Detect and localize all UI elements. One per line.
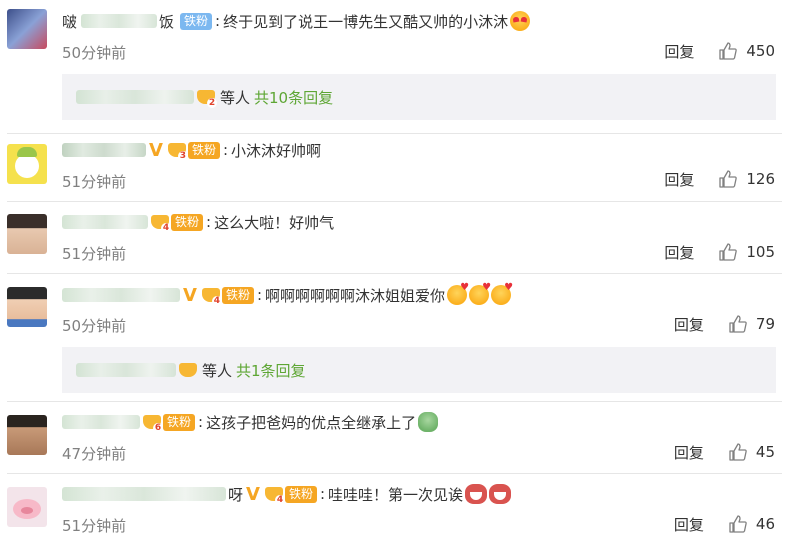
thumbs-up-icon	[729, 443, 747, 461]
fan-badge: 铁粉	[221, 286, 254, 304]
comment-actions: 回复 45	[674, 440, 775, 464]
level-crown-icon: 3	[167, 141, 188, 161]
like-button[interactable]: 105	[718, 242, 775, 262]
timestamp: 51分钟前	[62, 173, 127, 191]
fan-badge: 铁粉	[187, 141, 220, 159]
divider	[7, 273, 782, 274]
fan-badge: 铁粉	[284, 485, 317, 503]
thumbs-up-icon	[729, 315, 747, 333]
reply-username-blurred	[76, 90, 194, 104]
like-count: 450	[746, 42, 775, 60]
fan-badge: 铁粉	[163, 413, 196, 431]
comment-text: 啊啊啊啊啊啊沐沐姐姐爱你	[265, 286, 446, 305]
kiss-emoji-icon	[491, 282, 513, 305]
reply-button[interactable]: 回复	[674, 514, 704, 535]
username-blurred[interactable]: 呀	[62, 484, 243, 505]
colon: :	[215, 12, 221, 30]
divider	[7, 133, 782, 134]
group-avatar-icon[interactable]	[7, 9, 47, 49]
heart-eyes-emoji-icon	[510, 11, 531, 31]
reply-button[interactable]: 回复	[664, 169, 694, 190]
vip-icon: V	[246, 483, 260, 505]
reply-button[interactable]: 回复	[664, 41, 694, 62]
timestamp: 50分钟前	[62, 44, 127, 62]
like-count: 79	[755, 315, 775, 333]
comment-text: 小沐沐好帅啊	[231, 141, 322, 160]
username-blurred[interactable]	[62, 215, 148, 229]
reply-username-blurred	[76, 363, 176, 377]
like-button[interactable]: 126	[718, 169, 775, 189]
like-button[interactable]: 450	[718, 41, 775, 61]
boy-avatar-icon[interactable]	[7, 214, 47, 254]
comment-text: 这么大啦！好帅气	[214, 213, 335, 232]
like-count: 126	[746, 170, 775, 188]
fan-badge: 铁粉	[171, 213, 204, 231]
level-crown-icon: 4	[150, 213, 171, 233]
colon: :	[256, 286, 263, 304]
kiss-emoji-icon	[469, 282, 491, 305]
divider	[7, 401, 782, 402]
comment-actions: 回复 79	[674, 312, 775, 336]
divider	[7, 201, 782, 202]
replies-summary[interactable]: 2 等人 共10条回复	[62, 74, 776, 120]
username-blurred[interactable]	[62, 143, 146, 157]
cartoon-avatar-icon[interactable]	[7, 144, 47, 184]
replies-summary[interactable]: 等人 共1条回复	[62, 347, 776, 393]
pink-cartoon-avatar-icon[interactable]	[7, 487, 47, 527]
red-face-emoji-icon	[489, 484, 512, 504]
view-replies-link[interactable]: 共10条回复	[254, 87, 333, 108]
comment-actions: 回复 126	[664, 167, 775, 191]
thumbs-up-icon	[719, 42, 738, 60]
timestamp: 51分钟前	[62, 245, 127, 263]
timestamp: 47分钟前	[62, 445, 127, 463]
reply-button[interactable]: 回复	[674, 314, 704, 335]
like-button[interactable]: 46	[728, 514, 775, 534]
username-blurred[interactable]	[62, 288, 180, 302]
colon: :	[222, 141, 229, 159]
vip-icon: V	[183, 284, 197, 306]
like-button[interactable]: 45	[728, 442, 775, 462]
like-button[interactable]: 79	[728, 314, 775, 334]
colon: :	[206, 213, 212, 231]
reply-button[interactable]: 回复	[674, 442, 704, 463]
like-count: 45	[755, 443, 775, 461]
colon: :	[319, 485, 326, 503]
timestamp: 51分钟前	[62, 517, 127, 535]
like-count: 105	[746, 243, 775, 261]
replies-suffix: 等人	[220, 88, 251, 107]
comment-text: 终于见到了说王一博先生又酷又帅的小沐沐	[223, 12, 509, 31]
red-face-emoji-icon	[465, 484, 488, 504]
comment-text: 这孩子把爸妈的优点全继承上了	[206, 413, 417, 432]
child-avatar-icon[interactable]	[7, 287, 47, 327]
thumbs-up-icon	[719, 243, 738, 261]
vip-icon: V	[149, 139, 163, 161]
divider	[7, 473, 782, 474]
comment-text: 哇哇哇！第一次见诶	[328, 485, 464, 504]
reply-button[interactable]: 回复	[664, 242, 694, 263]
level-crown-icon: 4	[201, 286, 222, 306]
username-blurred[interactable]	[62, 415, 140, 429]
fan-badge: 铁粉	[180, 12, 213, 30]
comment-actions: 回复 105	[664, 240, 775, 264]
comment-actions: 回复 450	[664, 39, 775, 63]
view-replies-link[interactable]: 共1条回复	[236, 360, 306, 381]
username-blurred[interactable]: 啵饭	[62, 11, 174, 32]
thumbs-up-icon	[719, 170, 738, 188]
level-crown-icon: 4	[264, 485, 285, 505]
like-count: 46	[755, 515, 775, 533]
comment-actions: 回复 46	[674, 512, 775, 536]
level-crown-icon: 6	[142, 413, 163, 433]
man-avatar-icon[interactable]	[7, 415, 47, 455]
replies-suffix: 等人	[202, 361, 233, 380]
kiss-emoji-icon	[447, 282, 469, 305]
colon: :	[198, 413, 204, 431]
timestamp: 50分钟前	[62, 317, 127, 335]
level-crown-icon	[178, 361, 198, 379]
level-crown-icon: 2	[196, 88, 217, 108]
thumbs-up-icon	[729, 515, 747, 533]
green-face-emoji-icon	[418, 412, 439, 432]
